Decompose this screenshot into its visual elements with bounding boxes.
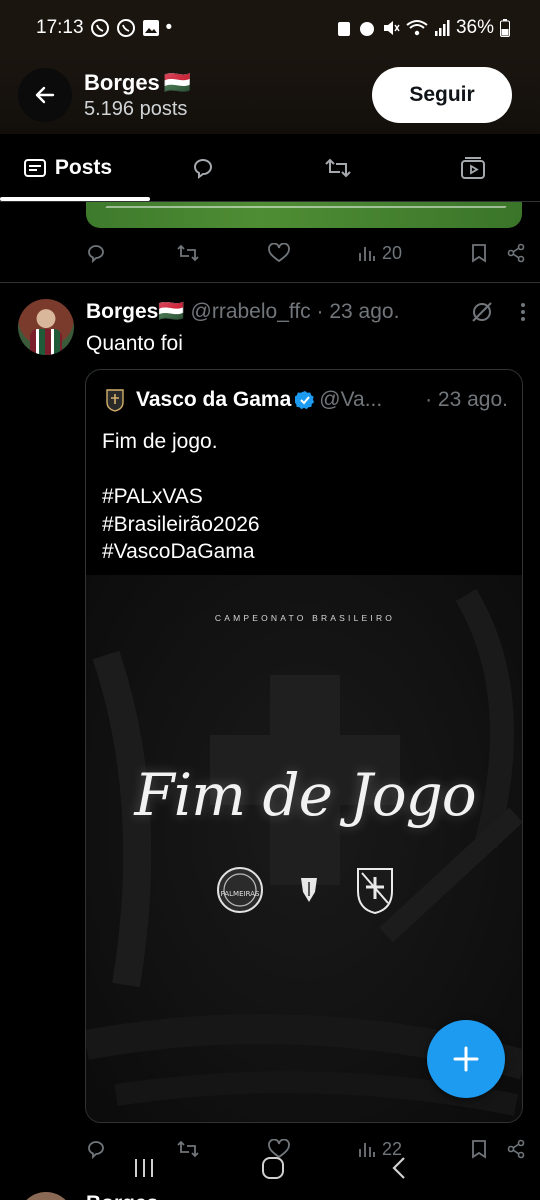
battery-icon <box>500 19 510 37</box>
heart-icon <box>268 243 290 263</box>
video-icon <box>460 156 485 179</box>
dot-icon: • <box>165 17 173 38</box>
back-nav-icon[interactable] <box>390 1156 408 1180</box>
arrow-left-icon <box>35 86 55 104</box>
plus-icon <box>453 1046 479 1072</box>
posts-icon <box>23 158 46 177</box>
tab-posts[interactable]: Posts <box>0 134 150 201</box>
more-options-icon[interactable] <box>520 302 526 322</box>
mute-icon <box>382 19 400 37</box>
system-navigation-bar <box>0 1150 540 1186</box>
status-bar: 17:13 • 36% <box>0 0 540 56</box>
tab-replies[interactable] <box>135 134 270 201</box>
quoted-tweet[interactable]: Vasco da Gama @Va... · 23 ago. Fim de jo… <box>85 369 523 1123</box>
gallery-icon <box>142 19 160 37</box>
post-count: 5.196 posts <box>84 97 188 120</box>
whatsapp-icon <box>116 18 136 38</box>
vasco-logo-icon <box>106 389 124 412</box>
views-button[interactable]: 20 <box>358 243 402 264</box>
divider <box>0 282 540 283</box>
profile-name: Borges <box>84 69 160 95</box>
media-title-text: Fim de Jogo <box>134 761 476 829</box>
previous-tweet-media[interactable] <box>86 202 522 228</box>
quoted-handle: @Va... <box>319 388 383 411</box>
whatsapp-icon <box>90 18 110 38</box>
reply-icon <box>88 245 104 264</box>
quoted-text: Fim de jogo. #PALxVAS #Brasileirão2026 #… <box>102 430 260 563</box>
profile-header: Borges 🇭🇺 5.196 posts Seguir <box>0 56 540 134</box>
tweet-text: Quanto foi <box>86 332 183 355</box>
battery-percent: 36% <box>455 17 494 38</box>
follow-button[interactable]: Seguir <box>372 67 512 123</box>
profile-tabs: Posts <box>0 134 540 202</box>
recent-apps-icon[interactable] <box>132 1157 156 1179</box>
previous-tweet-actions: 20 <box>86 242 526 264</box>
reply-icon <box>193 158 212 179</box>
views-count: 20 <box>381 242 402 263</box>
brasileirao-logo-icon <box>301 878 317 902</box>
like-button[interactable] <box>268 243 290 263</box>
alarm-icon <box>358 19 376 37</box>
media-kicker-text: CAMPEONATO BRASILEIRO <box>214 613 396 623</box>
tweet-author-name[interactable]: Borges <box>86 300 158 324</box>
repost-icon <box>177 244 199 262</box>
quoted-author-name: Vasco da Gama <box>136 388 292 411</box>
home-icon[interactable] <box>261 1156 285 1180</box>
tweet-meta: @rrabelo_ffc · 23 ago. <box>191 300 470 324</box>
avatar[interactable] <box>18 1192 74 1200</box>
signal-icon <box>434 20 450 36</box>
tweet-date[interactable]: · 23 ago. <box>317 300 400 323</box>
share-icon[interactable] <box>506 243 526 263</box>
repost-icon <box>324 158 351 177</box>
wifi-icon <box>406 19 428 37</box>
team-logos: PALMEIRAS <box>216 865 396 915</box>
palmeiras-logo-icon: PALMEIRAS <box>217 867 263 913</box>
battery-saver-icon <box>336 19 352 37</box>
hungary-flag-icon: 🇭🇺 <box>163 69 192 95</box>
palmeiras-logo-text: PALMEIRAS <box>221 890 260 898</box>
reply-button[interactable] <box>86 242 108 264</box>
vasco-crest-icon <box>357 868 393 915</box>
status-time: 17:13 <box>36 17 84 38</box>
hungary-flag-icon: 🇭🇺 <box>158 300 185 323</box>
back-button[interactable] <box>18 68 72 122</box>
tweet-header: Borges 🇭🇺 @rrabelo_ffc · 23 ago. <box>86 300 526 324</box>
quoted-date: · 23 ago. <box>425 388 508 411</box>
tab-posts-label: Posts <box>54 155 113 179</box>
repost-button[interactable] <box>176 243 200 263</box>
tweet-handle[interactable]: @rrabelo_ffc <box>191 300 311 323</box>
avatar[interactable] <box>18 299 74 355</box>
views-icon <box>359 247 375 261</box>
bookmark-icon[interactable] <box>470 243 488 263</box>
quoted-tweet-header: Vasco da Gama @Va... · 23 ago. <box>104 388 508 412</box>
verified-badge-icon <box>295 390 315 410</box>
tab-reposts[interactable] <box>270 134 405 201</box>
compose-button[interactable] <box>427 1020 505 1098</box>
grok-icon[interactable] <box>470 300 494 324</box>
tab-videos[interactable] <box>405 134 540 201</box>
next-tweet-author-name: Borges <box>86 1192 158 1200</box>
